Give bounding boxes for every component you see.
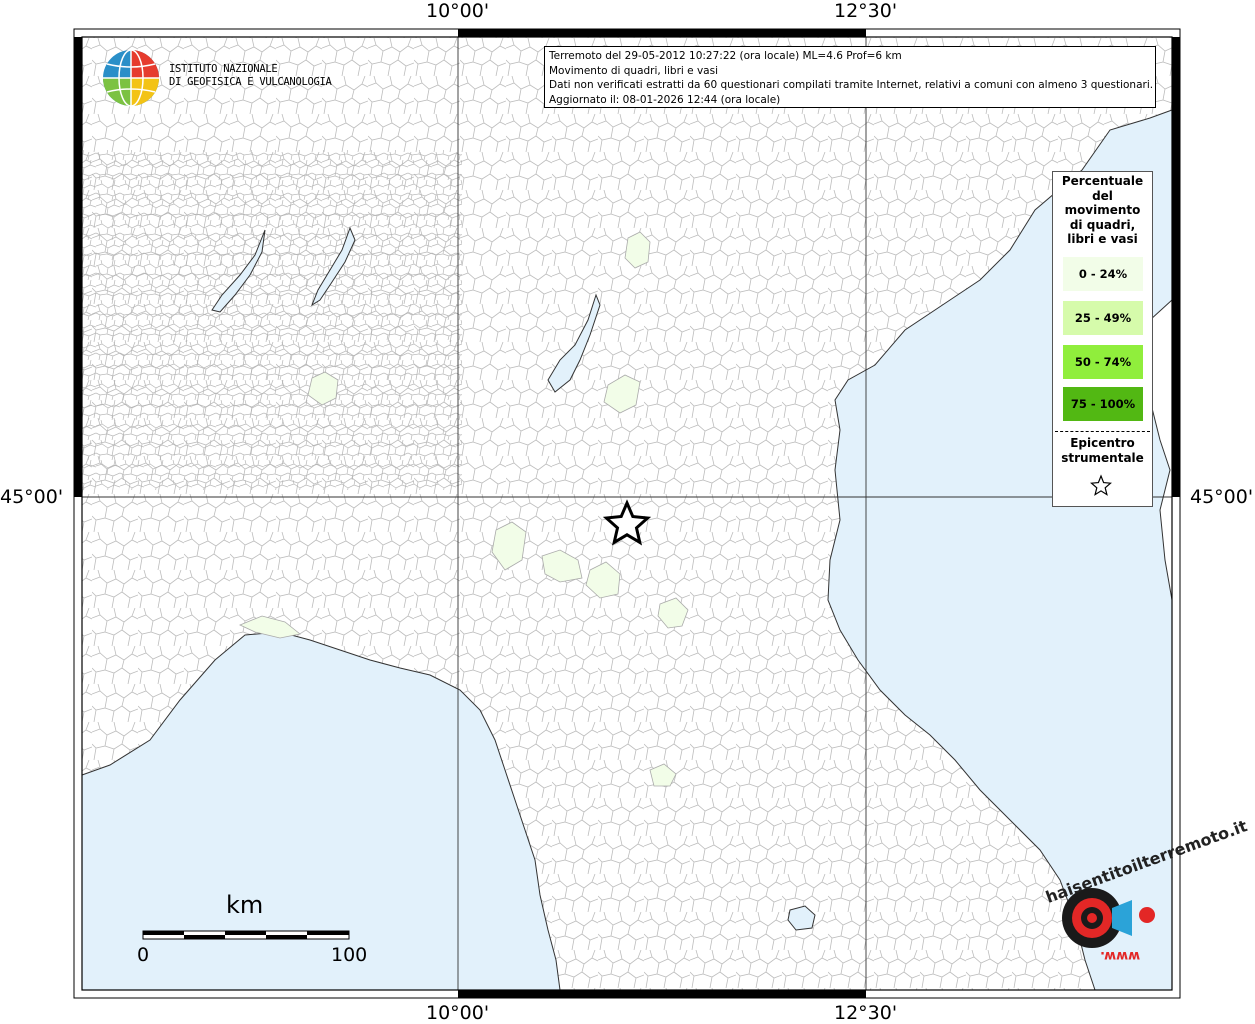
map-canvas [73,28,1181,999]
ingv-logo-line2: DI GEOFISICA E VULCANOLOGIA [169,76,332,88]
event-info-line1: Terremoto del 29-05-2012 10:27:22 (ora l… [549,50,902,62]
legend-title-line: del [1092,188,1113,203]
bottom-lon-label-left: 10°00' [426,1002,490,1024]
ingv-logo-icon [103,49,159,107]
legend-title: Percentuale del movimento di quadri, lib… [1053,174,1152,247]
municipal-borders-dense [82,150,462,490]
scale-min-label: 0 [137,944,150,966]
top-lon-label-left: 10°00' [426,0,490,22]
legend-epicenter-line: strumentale [1061,451,1144,465]
legend-title-line: libri e vasi [1067,232,1138,246]
legend-title-line: di quadri, [1069,217,1136,232]
legend: Percentuale del movimento di quadri, lib… [1052,171,1153,507]
event-info-line3: Dati non verificati estratti da 60 quest… [549,79,1154,91]
legend-title-line: movimento [1064,203,1141,217]
watermark-bottom-text: www. [1100,948,1141,963]
legend-item-0-24: 0 - 24% [1063,257,1143,291]
legend-epicenter-label: Epicentro strumentale [1053,436,1152,466]
ingv-logo-line1: ISTITUTO NAZIONALE [169,63,278,75]
legend-item-75-100: 75 - 100% [1063,387,1143,421]
ingv-logo-text: ISTITUTO NAZIONALE DI GEOFISICA E VULCAN… [169,63,332,89]
top-lon-label-right: 12°30' [834,0,898,22]
legend-epicenter-line: Epicentro [1070,436,1135,450]
legend-item-50-74: 50 - 74% [1063,345,1143,379]
scale-unit-label: km [226,891,264,919]
left-lat-label: 45°00' [0,486,64,508]
event-info-box: Terremoto del 29-05-2012 10:27:22 (ora l… [544,46,1156,108]
legend-divider [1055,431,1150,432]
bottom-lon-label-right: 12°30' [834,1002,898,1024]
scale-bar [142,930,350,940]
right-lat-label: 45°00' [1190,486,1254,508]
event-info-line4: Aggiornato il: 08-01-2026 12:44 (ora loc… [549,93,781,106]
legend-title-line: Percentuale [1061,174,1144,188]
scale-max-label: 100 [331,944,368,966]
event-info-line2: Movimento di quadri, libri e vasi [549,64,718,77]
legend-star-icon [1090,474,1112,496]
legend-item-25-49: 25 - 49% [1063,301,1143,335]
